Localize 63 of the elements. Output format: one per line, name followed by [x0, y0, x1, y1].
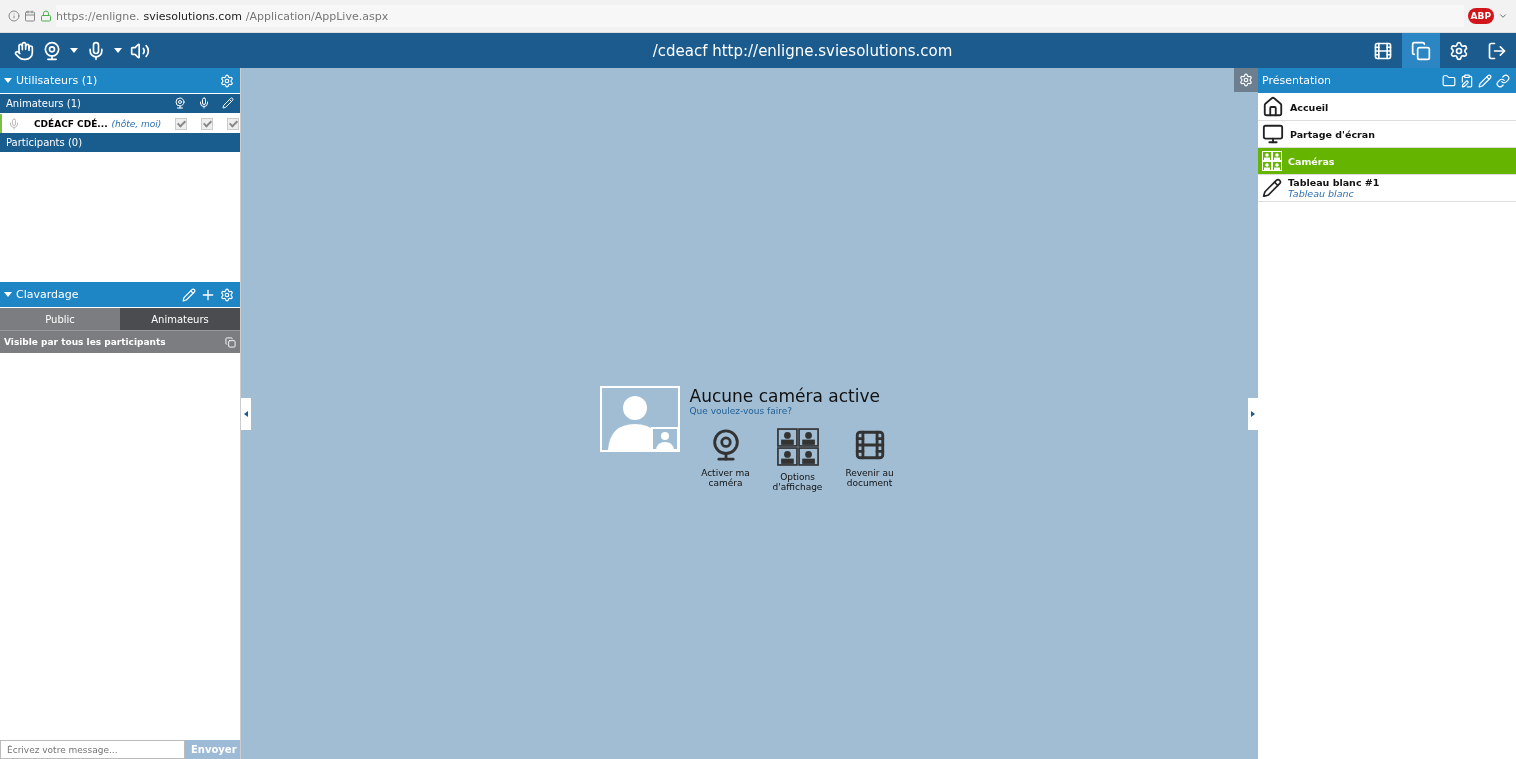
caret-icon[interactable] — [70, 48, 78, 53]
user-role: (hôte, moi) — [111, 118, 162, 129]
monitor-icon — [1262, 123, 1284, 145]
presentation-item[interactable]: Accueil — [1258, 94, 1516, 121]
settings-icon[interactable] — [220, 287, 234, 302]
presentation-item[interactable]: Tableau blanc #1 Tableau blanc — [1258, 175, 1516, 202]
caret-icon — [1498, 11, 1508, 21]
webcam-icon[interactable] — [42, 40, 62, 61]
item-label: Partage d'écran — [1290, 128, 1375, 140]
empty-heading: Aucune caméra active — [689, 385, 881, 406]
toolbar-button[interactable] — [1402, 33, 1440, 68]
group-title: Participants (0) — [6, 137, 84, 148]
settings-icon — [1449, 40, 1469, 61]
chat-tab[interactable]: Public — [0, 308, 120, 330]
chat-tab[interactable]: Animateurs — [120, 308, 240, 330]
lock-icon — [40, 10, 52, 22]
message-field[interactable]: Écrivez votre message... — [0, 740, 185, 759]
settings-icon[interactable] — [220, 73, 234, 88]
permission-checkbox[interactable] — [175, 117, 188, 130]
presentation-title: Présentation — [1262, 74, 1333, 87]
microphone-icon[interactable] — [86, 40, 106, 61]
microphone-icon — [8, 117, 20, 130]
session-title: /cdeacf http://enligne.sviesolutions.com — [651, 41, 954, 60]
address-bar[interactable]: https://enligne. sviesolutions.com /Application/AppLive.aspx — [56, 5, 1464, 27]
item-label: Accueil — [1290, 101, 1329, 113]
chat-title: Clavardage — [16, 288, 80, 301]
help-link[interactable]: Que voulez-vous faire? — [689, 405, 900, 416]
camera-grid-icon — [1262, 151, 1282, 171]
calendar-icon — [24, 10, 36, 22]
whiteboard-icon — [1262, 178, 1282, 198]
stage-action[interactable]: Revenir au document — [839, 427, 900, 492]
hand-icon[interactable] — [14, 40, 34, 61]
item-label: Tableau blanc #1 Tableau blanc — [1288, 177, 1380, 199]
no-camera-icon — [599, 385, 680, 452]
edit-icon[interactable] — [1478, 73, 1492, 88]
permission-checkbox[interactable] — [227, 117, 240, 130]
folder-icon[interactable] — [1442, 73, 1456, 88]
camera-grid-icon — [775, 427, 820, 466]
stage-action[interactable]: Options d'affichage — [767, 427, 828, 492]
user-name: CDÉACF CDÉ... — [34, 118, 108, 129]
collapse-left-handle[interactable] — [241, 398, 251, 430]
caret-icon[interactable] — [114, 48, 122, 53]
chat-scope: Visible par tous les participants — [4, 337, 167, 347]
item-label: Caméras — [1288, 155, 1335, 167]
film-reel-icon — [1373, 40, 1393, 61]
permission-checkbox[interactable] — [201, 117, 214, 130]
exit-icon — [1487, 40, 1507, 61]
extension-badge[interactable]: ABP — [1467, 8, 1494, 24]
expand-right-handle[interactable] — [1248, 398, 1258, 430]
settings-icon — [1239, 73, 1253, 87]
link-icon[interactable] — [1496, 73, 1510, 88]
users-title: Utilisateurs (1) — [16, 74, 99, 87]
stage-settings-button[interactable] — [1234, 68, 1258, 92]
collapse-icon[interactable] — [4, 78, 12, 83]
stage-action[interactable]: Activer ma caméra — [695, 427, 756, 492]
presentation-item[interactable]: Partage d'écran — [1258, 121, 1516, 148]
group-title: Animateurs (1) — [6, 98, 82, 109]
info-icon — [8, 10, 20, 22]
collapse-icon[interactable] — [4, 292, 12, 297]
copy-icon[interactable] — [225, 336, 236, 348]
clipboard-icon[interactable] — [1460, 73, 1474, 88]
home-icon — [1262, 96, 1284, 118]
speaker-icon[interactable] — [130, 40, 150, 61]
